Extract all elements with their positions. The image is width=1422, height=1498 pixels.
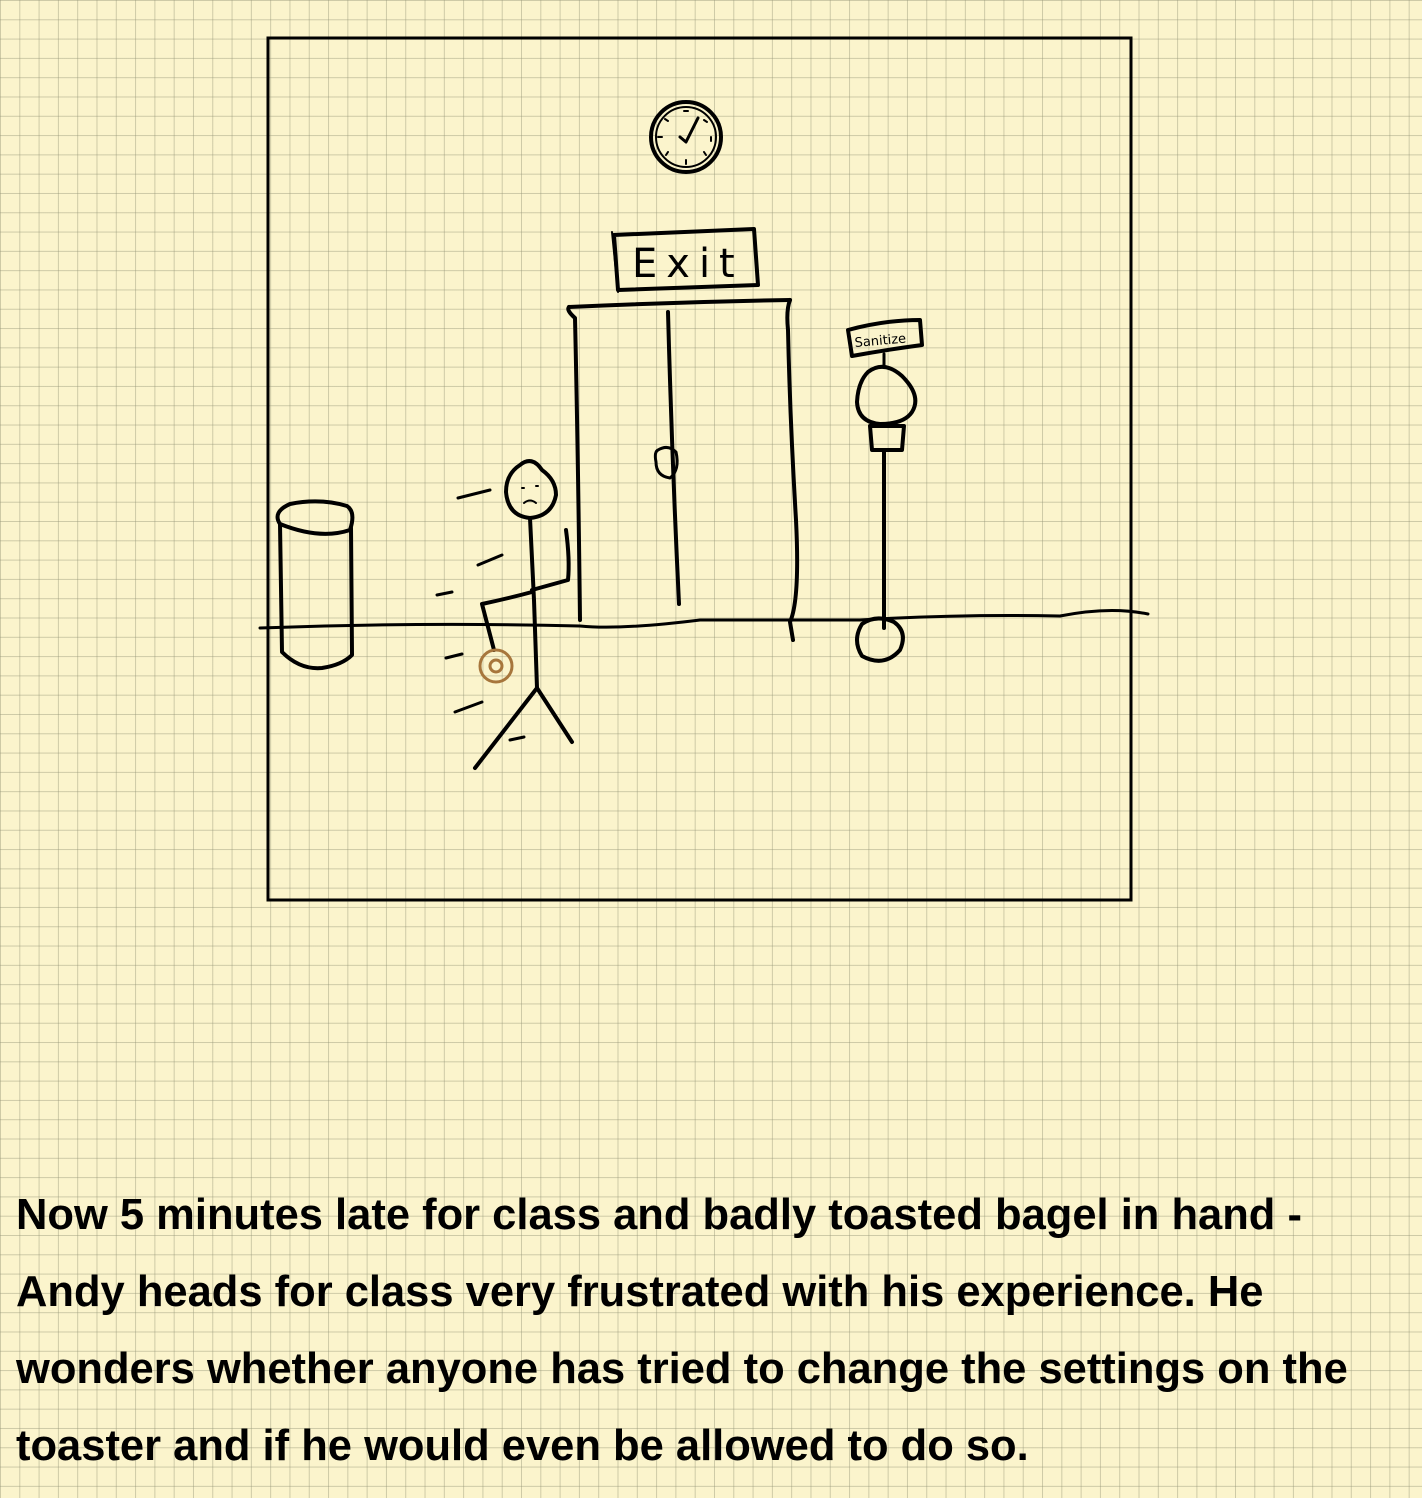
comic-panel-illustration: Exit Sanitize	[258, 36, 1150, 902]
exit-sign: Exit	[611, 227, 760, 293]
andy-stick-figure	[435, 459, 574, 770]
exit-sign-text: Exit	[632, 241, 744, 287]
story-caption: Now 5 minutes late for class and badly t…	[16, 1191, 1348, 1470]
floor-line	[258, 608, 1150, 630]
double-doors	[566, 298, 800, 642]
bagel-icon	[478, 648, 514, 684]
hand-sanitizer-station: Sanitize	[846, 318, 924, 663]
wall-clock-icon	[649, 100, 723, 174]
trash-can	[275, 499, 355, 671]
